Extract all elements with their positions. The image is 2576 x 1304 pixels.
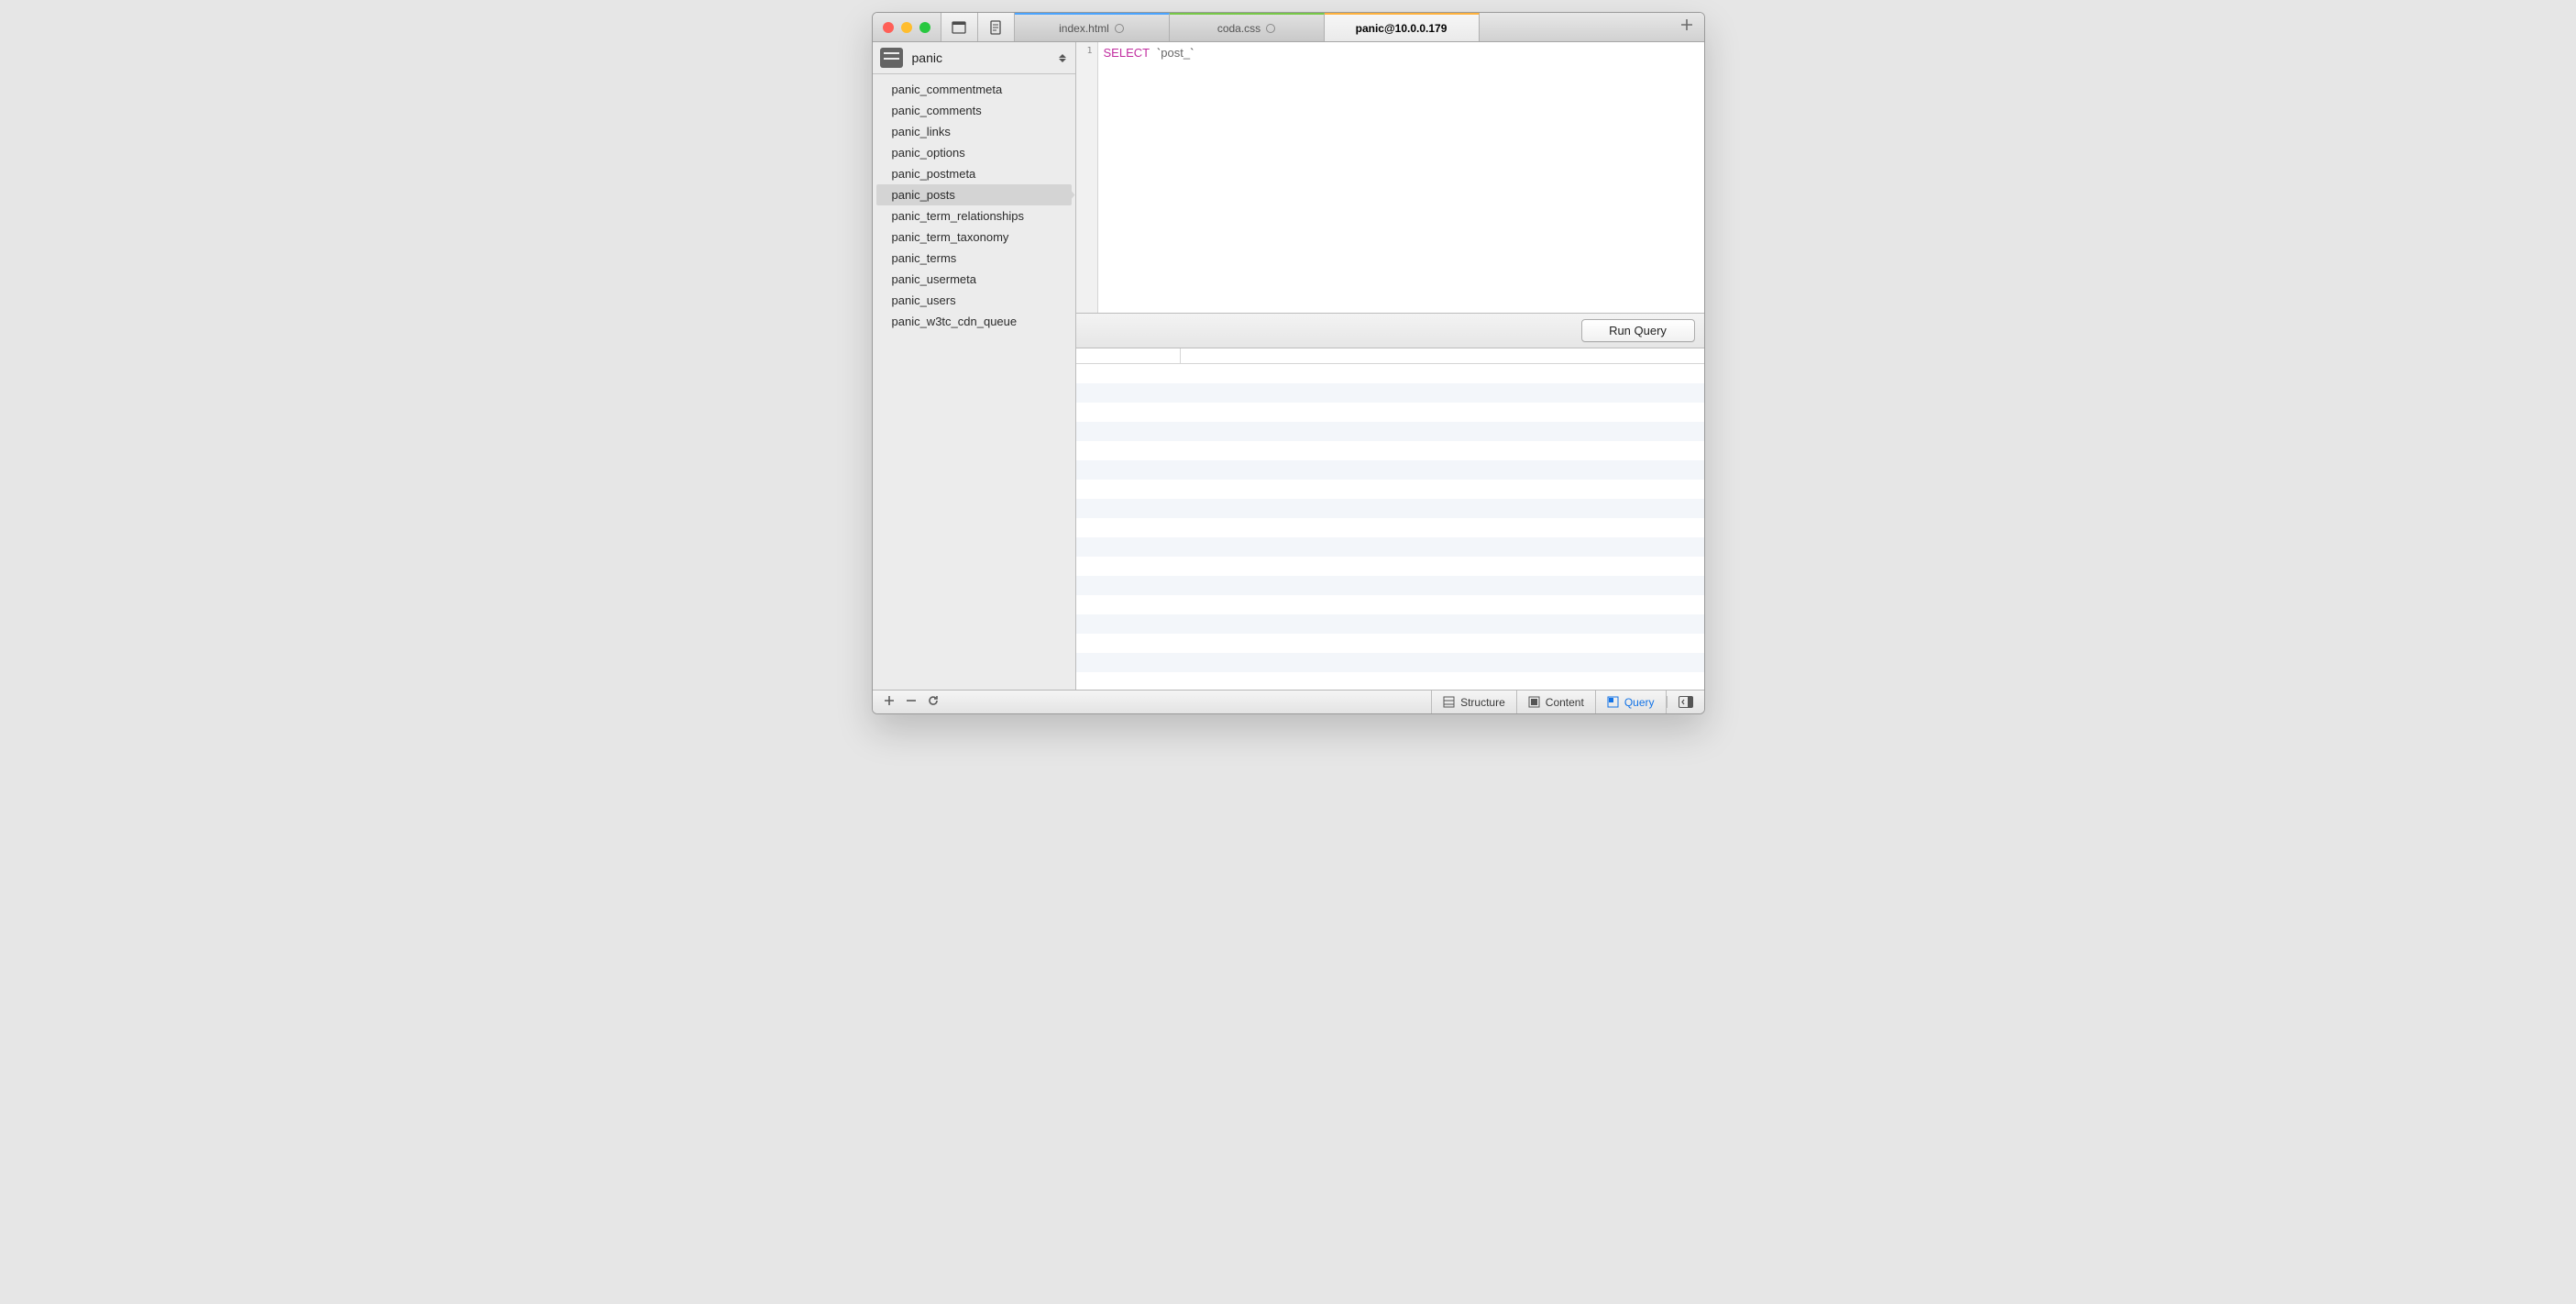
chevron-updown-icon bbox=[1059, 54, 1068, 62]
tab-label: Query bbox=[1624, 696, 1655, 709]
results-grid[interactable] bbox=[1076, 348, 1704, 690]
preview-mode-button[interactable] bbox=[941, 13, 978, 41]
add-button[interactable] bbox=[884, 695, 895, 709]
minimize-icon[interactable] bbox=[901, 22, 912, 33]
database-name: panic bbox=[912, 50, 1050, 65]
main: 1 SELECT `post_` Run Query bbox=[1076, 42, 1704, 690]
results-row[interactable] bbox=[1076, 634, 1704, 653]
table-item[interactable]: panic_commentmeta bbox=[876, 79, 1072, 100]
sql-backtick: ` bbox=[1190, 46, 1194, 60]
status-bar: Structure Content Query bbox=[873, 690, 1704, 713]
results-row[interactable] bbox=[1076, 403, 1704, 422]
tab-label: panic@10.0.0.179 bbox=[1356, 22, 1448, 35]
content-icon bbox=[1528, 696, 1540, 708]
window-controls bbox=[873, 13, 941, 41]
table-list[interactable]: panic_commentmetapanic_commentspanic_lin… bbox=[873, 74, 1075, 690]
table-item[interactable]: panic_users bbox=[876, 290, 1072, 311]
table-item[interactable]: panic_term_relationships bbox=[876, 205, 1072, 227]
view-segmented-control: Structure Content Query bbox=[1431, 691, 1666, 714]
results-row[interactable] bbox=[1076, 499, 1704, 518]
database-icon bbox=[880, 48, 903, 68]
sql-keyword: SELECT bbox=[1104, 46, 1150, 60]
new-tab-button[interactable] bbox=[1680, 18, 1693, 36]
tab-label: index.html bbox=[1059, 22, 1109, 35]
line-number: 1 bbox=[1076, 46, 1097, 56]
line-gutter: 1 bbox=[1076, 42, 1098, 313]
content-tab[interactable]: Content bbox=[1517, 691, 1596, 714]
table-item[interactable]: panic_terms bbox=[876, 248, 1072, 269]
tab-panic-db[interactable]: panic@10.0.0.179 bbox=[1325, 13, 1480, 41]
table-item[interactable]: panic_postmeta bbox=[876, 163, 1072, 184]
table-item[interactable]: panic_links bbox=[876, 121, 1072, 142]
tab-spacer bbox=[1480, 13, 1704, 41]
results-row[interactable] bbox=[1076, 480, 1704, 499]
view-mode-toggle bbox=[941, 13, 1015, 41]
document-icon bbox=[988, 20, 1003, 35]
table-item[interactable]: panic_options bbox=[876, 142, 1072, 163]
toggle-panel-button[interactable] bbox=[1667, 696, 1704, 708]
query-icon bbox=[1607, 696, 1619, 708]
results-row[interactable] bbox=[1076, 441, 1704, 460]
code-mode-button[interactable] bbox=[978, 13, 1015, 41]
app-window: index.html coda.css panic@10.0.0.179 pan… bbox=[872, 12, 1705, 714]
results-row[interactable] bbox=[1076, 653, 1704, 672]
results-row[interactable] bbox=[1076, 576, 1704, 595]
results-row[interactable] bbox=[1076, 557, 1704, 576]
table-item[interactable]: panic_term_taxonomy bbox=[876, 227, 1072, 248]
panel-icon bbox=[1679, 696, 1693, 708]
results-row[interactable] bbox=[1076, 614, 1704, 634]
table-item[interactable]: panic_comments bbox=[876, 100, 1072, 121]
sidebar: panic panic_commentmetapanic_commentspan… bbox=[873, 42, 1076, 690]
refresh-button[interactable] bbox=[928, 695, 939, 709]
query-tab[interactable]: Query bbox=[1596, 691, 1667, 714]
tabs: index.html coda.css panic@10.0.0.179 bbox=[1015, 13, 1704, 41]
status-left bbox=[873, 695, 939, 709]
sql-editor[interactable]: SELECT `post_` bbox=[1098, 42, 1704, 313]
tab-label: Structure bbox=[1460, 696, 1505, 709]
tab-label: Content bbox=[1546, 696, 1584, 709]
results-row[interactable] bbox=[1076, 383, 1704, 403]
results-row[interactable] bbox=[1076, 422, 1704, 441]
results-row[interactable] bbox=[1076, 595, 1704, 614]
sql-editor-pane: 1 SELECT `post_` bbox=[1076, 42, 1704, 314]
structure-icon bbox=[1443, 696, 1455, 708]
results-header[interactable] bbox=[1076, 348, 1704, 364]
table-item[interactable]: panic_posts bbox=[876, 184, 1072, 205]
close-icon[interactable] bbox=[883, 22, 894, 33]
run-query-button[interactable]: Run Query bbox=[1581, 319, 1695, 342]
body: panic panic_commentmetapanic_commentspan… bbox=[873, 42, 1704, 690]
zoom-icon[interactable] bbox=[919, 22, 930, 33]
database-picker[interactable]: panic bbox=[873, 42, 1075, 74]
table-item[interactable]: panic_w3tc_cdn_queue bbox=[876, 311, 1072, 332]
results-row[interactable] bbox=[1076, 460, 1704, 480]
tab-index-html[interactable]: index.html bbox=[1015, 13, 1170, 41]
tab-coda-css[interactable]: coda.css bbox=[1170, 13, 1325, 41]
sql-identifier: post_ bbox=[1161, 46, 1190, 60]
results-row[interactable] bbox=[1076, 672, 1704, 690]
table-item[interactable]: panic_usermeta bbox=[876, 269, 1072, 290]
tab-bar: index.html coda.css panic@10.0.0.179 bbox=[873, 13, 1704, 42]
tab-label: coda.css bbox=[1217, 22, 1260, 35]
remove-button[interactable] bbox=[906, 695, 917, 709]
results-row[interactable] bbox=[1076, 518, 1704, 537]
query-toolbar: Run Query bbox=[1076, 314, 1704, 348]
results-row[interactable] bbox=[1076, 364, 1704, 383]
results-row[interactable] bbox=[1076, 537, 1704, 557]
window-icon bbox=[952, 20, 966, 35]
structure-tab[interactable]: Structure bbox=[1432, 691, 1517, 714]
